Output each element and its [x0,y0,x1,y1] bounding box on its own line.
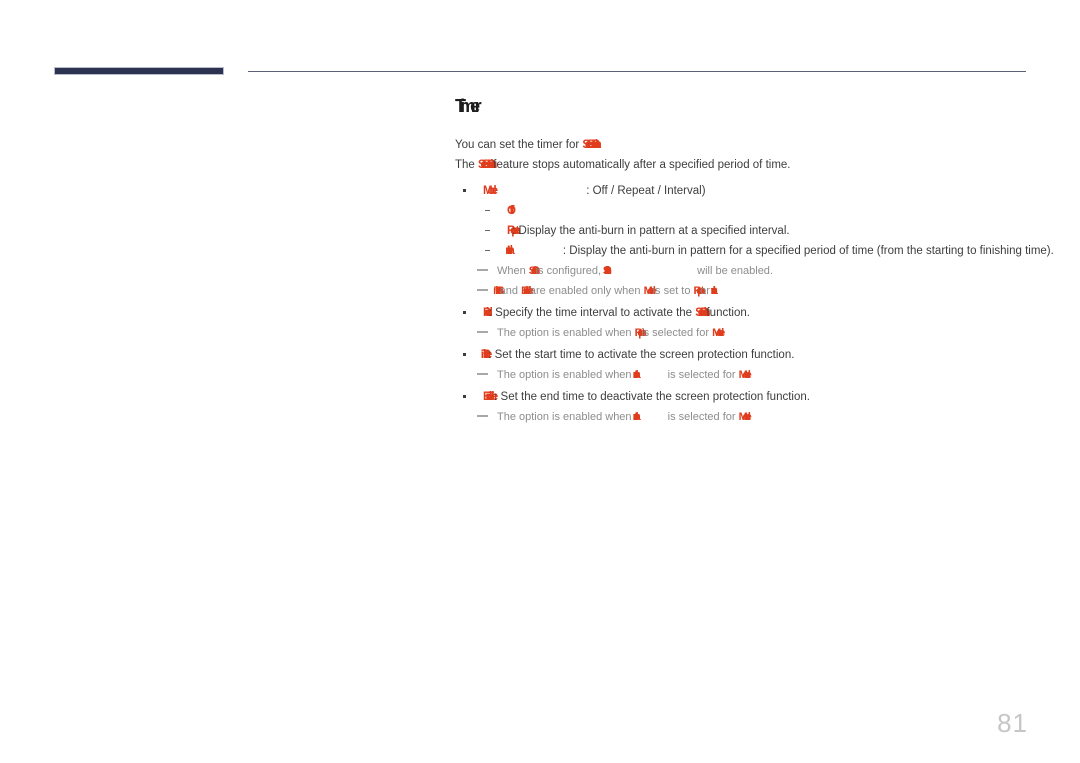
note-start-time-enabled: The option is enabled when Interval is s… [455,365,1055,385]
note-period-mid: is selected for [638,327,713,339]
term-interval: Interval [507,245,513,257]
list-item-period: Period : Specify the time interval to ac… [455,303,1055,323]
note-mid-and: and [496,285,522,297]
bullet-dot-icon [463,311,466,314]
note-post-set: is set to [649,285,694,297]
list-item-start-time: Start Time : Set the start time to activ… [455,345,1055,365]
item-start-time-text: : Set the start time to activate the scr… [485,349,795,361]
page-header [0,0,1080,75]
note-dash-icon [477,331,488,333]
item-end-time-text: : Set the end time to deactivate the scr… [490,391,810,403]
note-end-mid: is selected for [664,411,739,423]
header-divider-line [248,71,1026,72]
note-dash-icon [477,289,488,291]
intro-line-2-post: feature stops automatically after a spec… [490,159,791,171]
note-dash-icon [477,415,488,417]
intro-line-1-text: You can set the timer for [455,139,583,151]
term-mode: Mode [483,185,498,197]
bullet-dot-icon [463,353,466,356]
term-mode-2: Mode. [712,327,723,339]
sub-dash-icon [485,210,490,211]
note-pre: When [497,265,529,277]
note-dash-icon [477,269,488,271]
page-number: 81 [997,708,1028,738]
term-screen-burn-protection: Screen Burn Protection. [582,139,599,151]
bullet-dot-icon [463,395,466,398]
sub-item-off: Off [455,201,1055,221]
sub-dash-icon [485,230,490,231]
note-period-pre: The option is enabled when [497,327,635,339]
bullet-dot-icon [463,189,466,192]
sub-item-interval-text: : Display the anti-burn in pattern for a… [562,245,1054,257]
item-mode-text: : Off / Repeat / Interval) [583,185,706,197]
note-end-pre: The option is enabled when [497,411,635,423]
term-off: Off [507,205,513,217]
note-start-mid: is selected for [664,369,739,381]
sub-item-repeat: Repeat: Display the anti-burn in pattern… [455,221,1055,241]
note-start-end-time-enabled: Start Time and End Time are enabled only… [455,281,1055,301]
note-end-time-enabled: The option is enabled when Interval is s… [455,407,1055,427]
intro-line-1: You can set the timer for Screen Burn Pr… [455,135,1055,155]
sub-item-interval: Interval : Display the anti-burn in patte… [455,241,1055,261]
page-title: Timer [455,96,482,116]
note-dash-icon [477,373,488,375]
note-post-or: or [697,285,713,297]
intro-line-2: The Screen Burn Protection feature stops… [455,155,1055,175]
note-pixel-shift-enabled: When Screen Protection is configured, Pi… [455,261,1055,281]
term-mode-3: Mode. [738,369,750,381]
note-start-pre: The option is enabled when [497,369,635,381]
item-period-post: function. [703,307,750,319]
content-column: Timer You can set the timer for Screen B… [455,95,1055,427]
list-item-mode: Mode : Off / Repeat / Interval) [455,181,1055,201]
intro-line-2-pre: The [455,159,479,171]
item-period-text: : Specify the time interval to activate … [485,307,696,319]
note-post-are: are enabled only when [526,285,644,297]
sub-dash-icon [485,250,490,251]
term-mode-4: Mode. [738,411,750,423]
header-accent-block [54,67,224,75]
sub-item-repeat-text: : Display the anti-burn in pattern at a … [512,225,790,237]
note-post: will be enabled. [694,265,773,277]
note-period-enabled: The option is enabled when Repeat is sel… [455,323,1055,343]
list-item-end-time: End Time : Set the end time to deactivat… [455,387,1055,407]
note-mid: is configured, [532,265,605,277]
